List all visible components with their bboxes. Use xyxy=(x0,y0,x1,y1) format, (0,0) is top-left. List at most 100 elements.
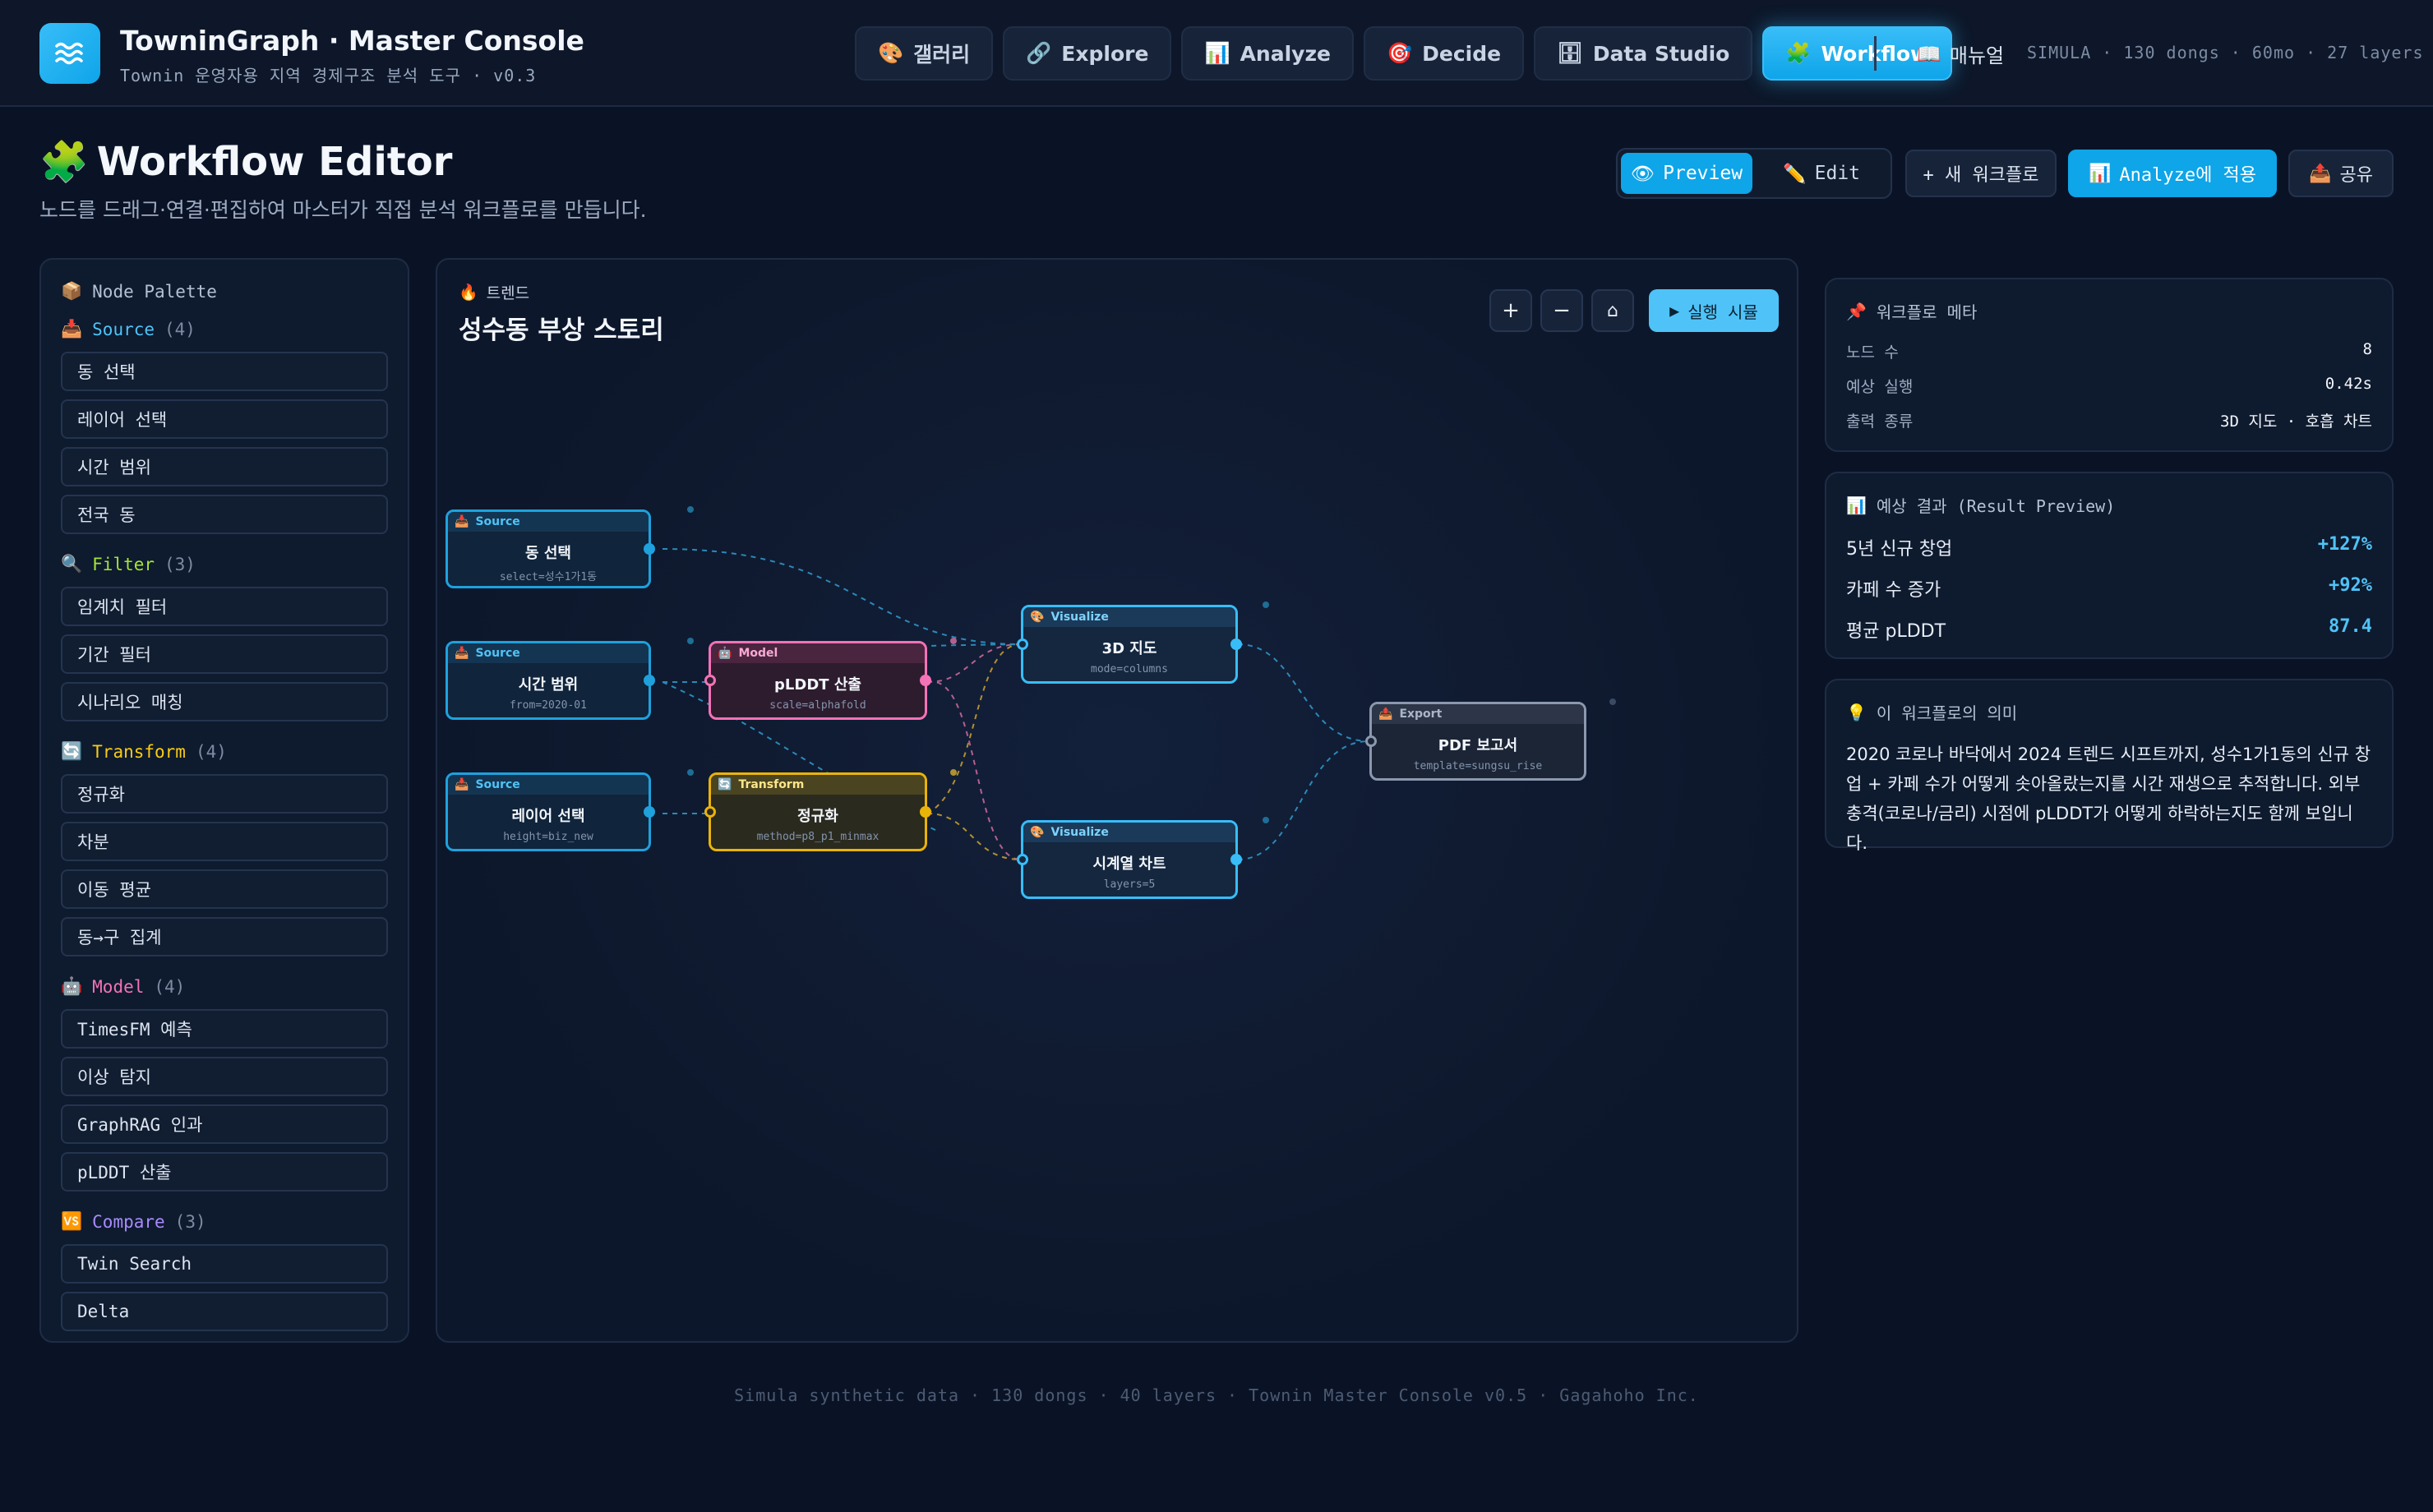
share-button[interactable]: 📤 공유 xyxy=(2288,150,2394,197)
app-title: TowninGraph · Master Console xyxy=(120,25,584,57)
edit-label: Edit xyxy=(1814,163,1861,184)
nav-data-studio[interactable]: 🗄 Data Studio xyxy=(1534,26,1753,81)
input-port[interactable] xyxy=(704,806,716,818)
node-param: from=2020-01 xyxy=(510,699,587,712)
panel-header: 📌 워크플로 메타 xyxy=(1846,299,1977,323)
meta-key: 예상 실행 xyxy=(1846,378,1914,396)
palette-item[interactable]: 차분 xyxy=(61,822,388,861)
inbox-icon: 📥 xyxy=(61,319,83,339)
apply-analyze-button[interactable]: 📊 Analyze에 적용 xyxy=(2068,150,2277,197)
meta-value: 0.42s xyxy=(2325,375,2372,393)
workflow-canvas[interactable]: 🔥 트렌드 성수동 부상 스토리 + − ⌂ ▶ 실행 시뮬 📥 Source … xyxy=(436,258,1798,1343)
input-port[interactable] xyxy=(1017,638,1028,650)
node-header: 🤖 Model xyxy=(711,643,925,663)
pin-icon: 📌 xyxy=(1846,301,1867,321)
robot-icon: 🤖 xyxy=(718,647,732,660)
palette-item[interactable]: Twin Search xyxy=(61,1244,388,1284)
node-transform-normalize[interactable]: 🔄 Transform 정규화 method=p8_p1_minmax xyxy=(704,772,931,851)
output-port[interactable] xyxy=(644,675,655,686)
palette-item[interactable]: GraphRAG 인과 xyxy=(61,1104,388,1144)
node-header: 🎨 Visualize xyxy=(1023,607,1235,627)
app-subtitle: Townin 운영자용 지역 경제구조 분석 도구 · v0.3 xyxy=(120,66,537,85)
palette-item[interactable]: 기간 필터 xyxy=(61,634,388,674)
edge-vis2-exp xyxy=(1237,740,1370,860)
input-port[interactable] xyxy=(1017,854,1028,865)
output-port[interactable] xyxy=(920,675,931,686)
palette-item[interactable]: TimesFM 예측 xyxy=(61,1009,388,1049)
page-title: 🧩 Workflow Editor xyxy=(39,138,453,186)
vs-icon: 🆚 xyxy=(61,1211,83,1231)
output-port[interactable] xyxy=(644,543,655,555)
new-workflow-button[interactable]: + 새 워크플로 xyxy=(1905,150,2057,197)
node-param: select=성수1가1동 xyxy=(499,571,598,583)
input-port[interactable] xyxy=(1365,735,1377,747)
node-source-layer[interactable]: 📥 Source 레이어 선택 height=biz_new xyxy=(446,772,655,851)
page-title-text: Workflow Editor xyxy=(96,138,453,185)
palette-item[interactable]: 동→구 집계 xyxy=(61,917,388,957)
bar-chart-icon: 📊 xyxy=(1204,41,1230,65)
palette-group-filter[interactable]: 🔍 Filter (3) xyxy=(61,554,196,574)
puzzle-icon: 🧩 xyxy=(39,139,89,185)
nav-explore[interactable]: 🔗 Explore xyxy=(1003,26,1172,81)
anchor-dot xyxy=(687,638,694,644)
node-source-time[interactable]: 📥 Source 시간 범위 from=2020-01 xyxy=(446,641,655,720)
book-icon: 📖 xyxy=(1917,42,1941,66)
node-type: Source xyxy=(475,647,520,660)
palette-group-source[interactable]: 📥 Source (4) xyxy=(61,319,196,339)
group-name: Compare xyxy=(92,1211,165,1232)
edge-vis1-exp xyxy=(1237,643,1370,742)
palette-item[interactable]: 정규화 xyxy=(61,774,388,814)
palette-item[interactable]: 이상 탐지 xyxy=(61,1057,388,1096)
nav-decide[interactable]: 🎯 Decide xyxy=(1363,26,1525,81)
palette-item[interactable]: 시나리오 매칭 xyxy=(61,682,388,721)
inbox-icon: 📥 xyxy=(455,647,469,660)
meta-value: 3D 지도 · 호흡 차트 xyxy=(2220,413,2372,431)
output-port[interactable] xyxy=(644,806,655,818)
palette-group-compare[interactable]: 🆚 Compare (3) xyxy=(61,1211,206,1232)
node-type: Transform xyxy=(738,778,805,791)
palette-item[interactable]: 동 선택 xyxy=(61,352,388,391)
output-port[interactable] xyxy=(1230,638,1242,650)
palette-group-transform[interactable]: 🔄 Transform (4) xyxy=(61,741,227,762)
node-export-pdf[interactable]: 📤 Export PDF 보고서 template=sungsu_rise xyxy=(1365,702,1586,781)
node-param: layers=5 xyxy=(1103,878,1156,891)
node-title: 정규화 xyxy=(797,808,838,825)
node-visualize-3d-map[interactable]: 🎨 Visualize 3D 지도 mode=columns xyxy=(1017,605,1242,684)
node-param: template=sungsu_rise xyxy=(1413,760,1543,772)
input-port[interactable] xyxy=(704,675,716,686)
node-title: pLDDT 산출 xyxy=(774,676,861,694)
nav-analyze[interactable]: 📊 Analyze xyxy=(1181,26,1354,81)
node-header: 📥 Source xyxy=(448,775,649,795)
edit-mode-button[interactable]: ✏️ Edit xyxy=(1756,153,1887,194)
puzzle-icon: 🧩 xyxy=(1785,41,1812,65)
preview-label: Preview xyxy=(1663,163,1743,184)
palette-item[interactable]: 임계치 필터 xyxy=(61,587,388,626)
node-header: 📤 Export xyxy=(1372,704,1584,724)
palette-item[interactable]: 레이어 선택 xyxy=(61,399,388,439)
nav-gallery[interactable]: 🎨 갤러리 xyxy=(855,26,994,81)
app-logo[interactable] xyxy=(39,23,100,84)
palette-group-model[interactable]: 🤖 Model (4) xyxy=(61,976,185,997)
manual-link[interactable]: 📖 매뉴얼 xyxy=(1917,39,2004,68)
palette-item[interactable]: 전국 동 xyxy=(61,495,388,534)
anchor-dot xyxy=(1609,698,1616,705)
palette-item[interactable]: pLDDT 산출 xyxy=(61,1152,388,1192)
node-source-dong[interactable]: 📥 Source 동 선택 select=성수1가1동 xyxy=(446,509,655,588)
result-preview-panel: 📊 예상 결과 (Result Preview) 5년 신규 창업 +127% 카페… xyxy=(1825,472,2394,659)
node-title: 3D 지도 xyxy=(1101,640,1157,657)
node-visualize-timeseries[interactable]: 🎨 Visualize 시계열 차트 layers=5 xyxy=(1017,820,1242,899)
node-header: 📥 Source xyxy=(448,512,649,532)
preview-mode-button[interactable]: 👁 Preview xyxy=(1621,153,1752,194)
output-port[interactable] xyxy=(1230,854,1242,865)
palette-item[interactable]: Delta xyxy=(61,1292,388,1331)
inbox-icon: 📥 xyxy=(455,515,469,528)
workflow-meta-panel: 📌 워크플로 메타 노드 수 8 예상 실행 0.42s 출력 종류 3D 지도 · 호… xyxy=(1825,278,2394,452)
panel-title: 워크플로 메타 xyxy=(1876,302,1978,322)
palette-item[interactable]: 시간 범위 xyxy=(61,447,388,486)
output-port[interactable] xyxy=(920,806,931,818)
page-description: 노드를 드래그·연결·편집하여 마스터가 직접 분석 워크플로를 만듭니다. xyxy=(39,198,647,222)
node-type: Source xyxy=(475,515,520,528)
node-model-plddt[interactable]: 🤖 Model pLDDT 산출 scale=alphafold xyxy=(704,641,931,720)
palette-item[interactable]: 이동 평균 xyxy=(61,869,388,909)
node-param: height=biz_new xyxy=(503,831,593,843)
